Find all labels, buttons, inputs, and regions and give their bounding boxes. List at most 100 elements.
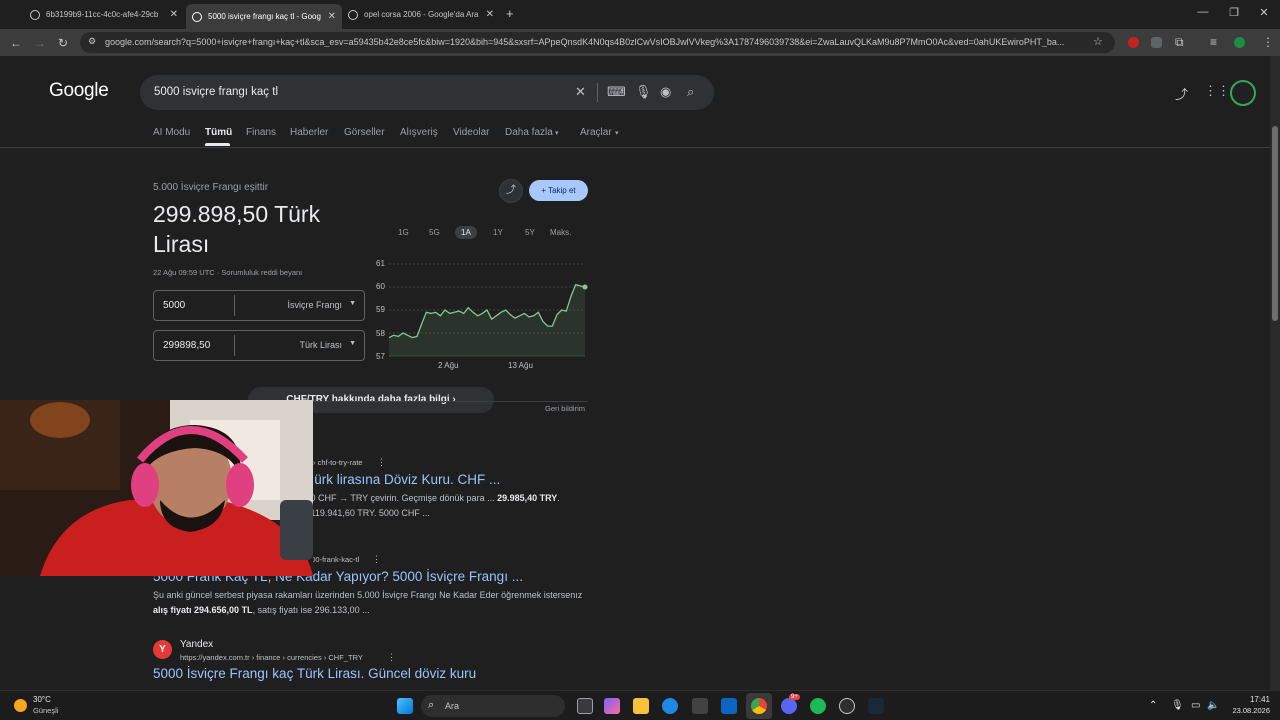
windows-start-icon[interactable] [397,698,413,714]
close-tab-icon[interactable]: ✕ [170,9,178,20]
snippet-bold: alış fiyatı 294.656,00 TL [153,605,253,615]
search-input[interactable]: 5000 isviçre frangı kaç tl [154,86,278,98]
microphone-icon[interactable]: 🎙 [635,84,652,100]
tab-news[interactable]: Haberler [290,127,328,138]
taskbar-search[interactable]: ⌕ Ara [421,695,565,717]
scrollbar-thumb[interactable] [1272,126,1278,321]
share-icon[interactable]: ⤴ [1175,84,1188,103]
to-amount-input[interactable]: 299898,50 [163,340,210,351]
tab-finance[interactable]: Finans [246,127,276,138]
bookmark-star-icon[interactable]: ☆ [1093,35,1103,48]
range-max[interactable]: Maks. [550,228,571,237]
task-view-icon[interactable] [577,698,593,714]
page-scrollbar[interactable] [1270,56,1280,690]
y-tick-label: 58 [376,329,385,338]
close-tab-icon[interactable]: ✕ [486,9,494,20]
range-1d[interactable]: 1G [398,228,409,237]
file-explorer-icon[interactable] [633,698,649,714]
tab-shopping[interactable]: Alışveriş [400,127,438,138]
from-currency-select[interactable]: İsviçre Frangı [287,300,342,310]
from-amount-input[interactable]: 5000 [163,300,185,311]
from-currency-field[interactable]: 5000 İsviçre Frangı ▼ [153,290,365,321]
clear-icon[interactable]: ✕ [575,84,586,100]
range-5y[interactable]: 5Y [525,228,535,237]
more-options-icon[interactable]: ⋮ [377,457,386,468]
address-bar[interactable]: ⚙ google.com/search?q=5000+isviçre+frang… [80,32,1115,53]
edge-icon[interactable] [662,698,678,714]
clock-date[interactable]: 23.08.2026 [1226,706,1270,715]
snippet-text: , satış fiyatı ise 296.133,00 ... [252,605,370,615]
browser-menu-icon[interactable]: ⋮ [1262,35,1274,49]
tab-more[interactable]: Daha fazla [505,127,553,138]
volume-icon[interactable]: 🔈 [1207,700,1219,711]
range-1y[interactable]: 1Y [493,228,503,237]
weather-sun-icon[interactable] [14,699,27,712]
steam-icon[interactable] [868,698,884,714]
tab-videos[interactable]: Videolar [453,127,490,138]
webcam-overlay [0,400,313,576]
chevron-up-icon[interactable]: ⌃ [1149,700,1157,711]
account-avatar[interactable] [1230,80,1256,106]
tab-tools[interactable]: Araçlar [580,127,612,138]
extension-icon[interactable] [1151,37,1162,48]
follow-button[interactable]: + Takip et [529,180,588,201]
to-currency-select[interactable]: Türk Lirası [299,340,342,350]
browser-tab-active[interactable]: 5000 isviçre frangı kaç tl - Goog ✕ [186,4,342,29]
mail-icon[interactable] [721,698,737,714]
profile-avatar-icon[interactable] [1234,37,1245,48]
chevron-right-icon: › [452,394,456,405]
close-window-icon[interactable]: ✕ [1254,6,1274,19]
search-box[interactable]: 5000 isviçre frangı kaç tl ✕ ⌨ 🎙 ◉ ⌕ [140,75,714,110]
range-1m[interactable]: 1A [455,226,477,239]
follow-label: Takip et [548,186,576,195]
feedback-link[interactable]: Geri bildirim [545,404,585,413]
chrome-icon[interactable] [751,698,767,714]
result-url[interactable]: https://yandex.com.tr › finance › curren… [180,653,363,662]
to-currency-field[interactable]: 299898,50 Türk Lirası ▼ [153,330,365,361]
result-title[interactable]: 5000 İsviçre Frangı kaç Türk Lirası. Gün… [153,666,476,681]
tab-title: 5000 isviçre frangı kaç tl - Goog [208,12,321,21]
reading-list-icon[interactable]: ≡ [1210,35,1217,49]
network-icon[interactable]: ▭ [1191,700,1200,711]
weather-text[interactable]: Güneşli [33,706,58,715]
chevron-down-icon: ▾ [615,130,619,137]
lens-camera-icon[interactable]: ◉ [660,84,671,100]
result-url[interactable]: ...00-frank-kac-tl [305,555,359,564]
reload-icon[interactable]: ↻ [58,36,68,50]
tab-ai-mode[interactable]: AI Modu [153,127,190,138]
extension-icon[interactable] [1128,37,1139,48]
search-icon[interactable]: ⌕ [687,84,694,100]
maximize-icon[interactable]: ❐ [1224,6,1244,19]
tab-all[interactable]: Tümü [205,127,232,138]
site-info-icon[interactable]: ⚙ [88,36,96,47]
copilot-icon[interactable] [604,698,620,714]
browser-tab[interactable]: 6b3199b9-11cc-4c0c-afe4-29cb ✕ [24,4,184,25]
browser-tab[interactable]: opel corsa 2006 - Google'da Ara ✕ [342,4,500,25]
url-text[interactable]: google.com/search?q=5000+isviçre+frangı+… [105,37,1095,47]
forward-icon[interactable]: → [34,36,46,50]
store-icon[interactable] [692,698,708,714]
exchange-rate-chart[interactable] [389,256,589,361]
result-url[interactable]: › chf-to-try-rate [313,458,363,467]
obs-icon[interactable] [839,698,855,714]
discord-icon[interactable] [781,698,797,714]
more-options-icon[interactable]: ⋮ [387,652,396,663]
google-logo[interactable]: Google [49,80,109,102]
result-site-name[interactable]: Yandex [180,639,213,650]
minimize-icon[interactable]: — [1193,6,1213,18]
microphone-icon[interactable]: 🎙 [1171,700,1184,711]
tab-images[interactable]: Görseller [344,127,385,138]
apps-grid-icon[interactable]: ⋮⋮ [1204,83,1230,99]
spotify-icon[interactable] [810,698,826,714]
share-button[interactable]: ⤴ [499,179,523,203]
back-icon[interactable]: ← [10,36,22,50]
more-options-icon[interactable]: ⋮ [372,554,381,565]
result-title[interactable]: ...ürk lirasına Döviz Kuru. CHF ... [303,472,500,487]
range-5d[interactable]: 5G [429,228,440,237]
extensions-puzzle-icon[interactable]: ⧉ [1175,35,1184,50]
keyboard-icon[interactable]: ⌨ [607,84,626,100]
weather-temp[interactable]: 30°C [33,695,51,704]
clock-time[interactable]: 17:41 [1230,695,1270,704]
close-tab-icon[interactable]: ✕ [328,11,336,22]
new-tab-button[interactable]: + [506,6,514,21]
